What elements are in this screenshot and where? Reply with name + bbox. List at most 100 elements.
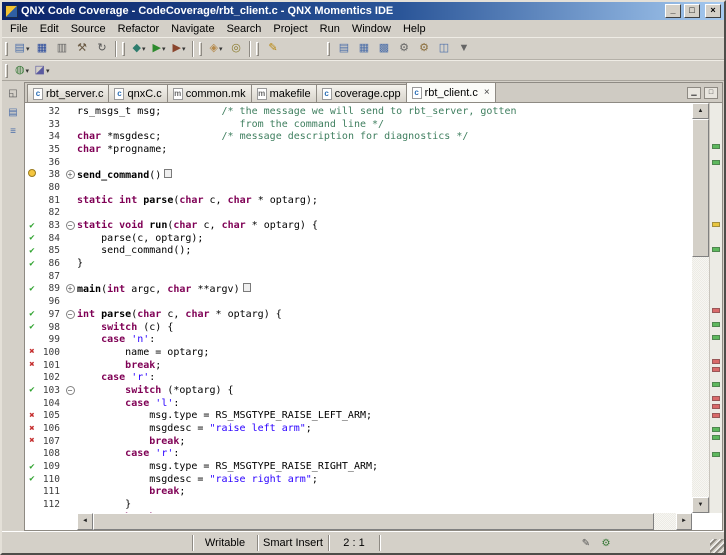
collapsed-code-icon[interactable] [164,169,172,178]
coverage-session-button[interactable]: ◍▾ [12,61,32,81]
code-line[interactable]: 102 case 'r': [25,371,692,384]
memory-view-button[interactable]: ▩ [374,39,394,59]
overview-mark[interactable] [712,452,720,457]
code-line[interactable]: ✔84 parse(c, optarg); [25,232,692,245]
overview-mark[interactable] [712,413,720,418]
run-button[interactable]: ▶▾ [149,39,169,59]
restore-views-icon[interactable]: ◱ [4,85,22,101]
gear-button[interactable]: ⚙ [394,39,414,59]
maximize-editor-icon[interactable]: □ [704,87,718,99]
collapsed-code-icon[interactable] [243,283,251,292]
code-line[interactable]: ✖107 break; [25,435,692,448]
progress-icon[interactable]: ⚙ [598,536,614,550]
dropdown-arrow-icon[interactable]: ▾ [26,45,30,53]
menu-navigate[interactable]: Navigate [165,22,220,36]
vertical-scrollbar[interactable]: ▲ ▼ [692,103,709,513]
refresh-button[interactable]: ↻ [92,39,112,59]
code-line[interactable]: 99 case 'n': [25,333,692,346]
overview-mark[interactable] [712,396,720,401]
code-line[interactable]: ✔86} [25,257,692,270]
menu-run[interactable]: Run [314,22,346,36]
resize-grip[interactable] [710,539,724,553]
save-button[interactable]: ▦ [32,39,52,59]
fold-minus-icon[interactable]: − [66,221,75,230]
overview-mark[interactable] [712,359,720,364]
dropdown-arrow-icon[interactable]: ▾ [142,45,146,53]
code-line[interactable]: 34char *msgdesc; /* message description … [25,130,692,143]
overview-mark[interactable] [712,435,720,440]
code-line[interactable]: 81static int parse(char c, char * optarg… [25,194,692,207]
code-line[interactable]: 112 } [25,498,692,511]
filter-button[interactable]: ▼ [454,39,474,59]
overview-mark[interactable] [712,322,720,327]
search-button[interactable]: ◎ [226,39,246,59]
code-line[interactable]: 35char *progname; [25,143,692,156]
code-line[interactable]: 36 [25,156,692,169]
display-view-button[interactable]: ▦ [354,39,374,59]
code-line[interactable]: 87 [25,270,692,283]
insert-mode-icon[interactable]: ✎ [578,536,594,550]
code-line[interactable]: 38+send_command() [25,168,692,181]
dropdown-arrow-icon[interactable]: ▾ [46,67,50,75]
menu-edit[interactable]: Edit [34,22,65,36]
toolbar-grip[interactable] [199,42,202,56]
tab-makefile[interactable]: mmakefile [251,84,317,102]
code-line[interactable]: 108 case 'r': [25,448,692,461]
code-line[interactable]: 104 case 'l': [25,397,692,410]
scroll-left-icon[interactable]: ◄ [77,513,93,530]
code-line[interactable]: ✔89+main(int argc, char **argv) [25,283,692,296]
menu-project[interactable]: Project [267,22,313,36]
debug-button[interactable]: ◆▾ [129,39,149,59]
scroll-down-icon[interactable]: ▼ [692,497,709,513]
print-button[interactable]: ▥ [52,39,72,59]
code-line[interactable]: ✔103− switch (*optarg) { [25,384,692,397]
new-wizard-button[interactable]: ▤▾ [12,39,32,59]
minimize-editor-icon[interactable]: ▁ [687,87,701,99]
overview-mark[interactable] [712,427,720,432]
scroll-right-icon[interactable]: ► [676,513,692,530]
tab-rbt_client.c[interactable]: crbt_client.c× [406,82,496,102]
fold-plus-icon[interactable]: + [66,284,75,293]
overview-mark[interactable] [712,222,720,227]
toolbar-grip[interactable] [256,42,259,56]
edit-pencil-button[interactable]: ✎ [263,39,283,59]
overview-mark[interactable] [712,247,720,252]
menu-help[interactable]: Help [397,22,432,36]
fold-plus-icon[interactable]: + [66,170,75,179]
menu-source[interactable]: Source [65,22,112,36]
code-line[interactable]: 33 from the command line */ [25,118,692,131]
menu-search[interactable]: Search [221,22,268,36]
code-line[interactable]: ✔83−static void run(char c, char * optar… [25,219,692,232]
fold-minus-icon[interactable]: − [66,386,75,395]
scroll-up-icon[interactable]: ▲ [692,103,709,119]
horizontal-scrollbar-thumb[interactable] [93,513,654,530]
close-tab-icon[interactable]: × [484,87,490,98]
code-line[interactable]: ✔98 switch (c) { [25,321,692,334]
code-line[interactable]: ✖105 msg.type = RS_MSGTYPE_RAISE_LEFT_AR… [25,410,692,423]
menu-window[interactable]: Window [346,22,397,36]
qnx-target-button[interactable]: ◈▾ [206,39,226,59]
tab-rbt_server.c[interactable]: crbt_server.c [27,84,109,102]
title-bar[interactable]: QNX Code Coverage - CodeCoverage/rbt_cli… [2,2,724,20]
dropdown-arrow-icon[interactable]: ▾ [182,45,186,53]
overview-mark[interactable] [712,144,720,149]
code-line[interactable]: ✖100 name = optarg; [25,346,692,359]
build-button[interactable]: ⚒ [72,39,92,59]
code-line[interactable]: 111 break; [25,486,692,499]
overview-mark[interactable] [712,308,720,313]
tab-common.mk[interactable]: mcommon.mk [167,84,252,102]
overview-mark[interactable] [712,404,720,409]
vertical-scrollbar-thumb[interactable] [692,119,709,257]
overview-mark[interactable] [712,335,720,340]
tab-coverage.cpp[interactable]: ccoverage.cpp [316,84,407,102]
code-line[interactable]: ✔85 send_command(); [25,245,692,258]
minimize-window-button[interactable]: _ [665,4,681,18]
code-line[interactable]: ✔97−int parse(char c, char * optarg) { [25,308,692,321]
coverage-import-button[interactable]: ◪▾ [32,61,52,81]
project-explorer-icon[interactable]: ▤ [4,104,22,120]
toolbar-grip[interactable] [122,42,125,56]
dropdown-arrow-icon[interactable]: ▾ [162,45,166,53]
profile-gear-button[interactable]: ⚙ [414,39,434,59]
dropdown-arrow-icon[interactable]: ▾ [26,67,30,75]
code-line[interactable]: ✖106 msgdesc = "raise left arm"; [25,422,692,435]
